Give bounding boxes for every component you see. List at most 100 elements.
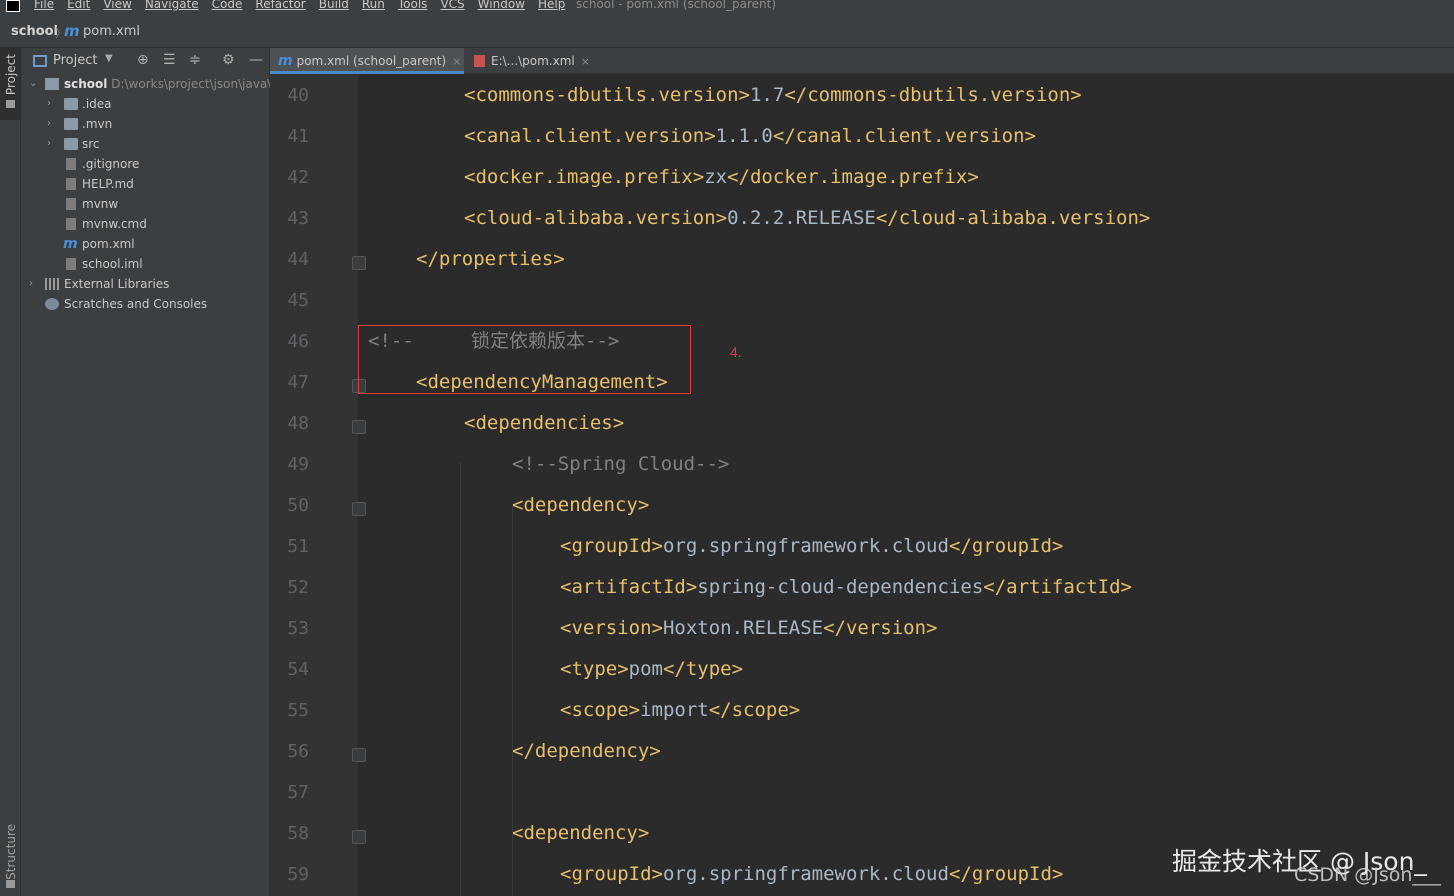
breadcrumb-file[interactable]: pom.xml [83,24,140,39]
menu-run[interactable]: Run [362,0,385,10]
code-line[interactable]: <cloud-alibaba.version>0.2.2.RELEASE</cl… [464,207,1150,229]
tree-item-label: mvnw.cmd [82,217,147,231]
code-line[interactable]: <groupId>org.springframework.cloud</grou… [560,535,1063,557]
line-number: 53 [287,618,309,639]
fold-marker-icon[interactable] [352,256,366,270]
expand-all-icon[interactable]: ☰ [163,52,176,68]
hide-icon[interactable]: — [249,52,263,68]
tree-item-schooliml[interactable]: school.iml [21,254,270,274]
window-title: school - pom.xml (school_parent) [576,0,777,11]
project-view-title[interactable]: Project [53,53,97,68]
close-icon[interactable]: × [452,55,461,68]
menu-refactor[interactable]: Refactor [255,0,305,10]
code-line[interactable]: </properties> [416,248,565,270]
menu-edit[interactable]: Edit [67,0,90,10]
code-line[interactable]: <type>pom</type> [560,658,743,680]
fold-marker-icon[interactable] [352,502,366,516]
tree-item-label: External Libraries [64,277,170,291]
locate-icon[interactable]: ⊕ [137,52,149,68]
menu-file[interactable]: File [34,0,54,10]
structure-tool-label[interactable]: Structure [4,824,18,880]
menu-build[interactable]: Build [319,0,349,10]
line-number: 49 [287,454,309,475]
menu-help[interactable]: Help [538,0,565,10]
menu-vcs[interactable]: VCS [440,0,464,10]
fold-marker-icon[interactable] [352,830,366,844]
folder-icon [64,138,78,150]
project-tool-tab[interactable]: Project [0,48,21,120]
xml-text: zx [704,166,728,188]
tree-item-gitignore[interactable]: .gitignore [21,154,270,174]
line-number: 40 [287,85,309,106]
xml-tag: <commons-dbutils.version> [464,84,750,106]
structure-tool-icon [6,880,15,888]
xml-tag: </version> [823,617,938,639]
gear-icon[interactable]: ⚙ [222,52,235,68]
fold-marker-icon[interactable] [352,748,366,762]
indent-guide [512,505,513,896]
chevron-right-icon[interactable]: › [47,114,51,134]
breadcrumb-project[interactable]: school [11,24,58,39]
collapse-all-icon[interactable]: ≑ [189,52,201,68]
tree-item-mvnw[interactable]: mvnw [21,194,270,214]
code-line[interactable]: <artifactId>spring-cloud-dependencies</a… [560,576,1132,598]
tree-item-mvn[interactable]: › .mvn [21,114,270,134]
chevron-right-icon[interactable]: › [47,94,51,114]
xml-tag: </canal.client.version> [772,125,1036,147]
code-line[interactable]: <docker.image.prefix>zx</docker.image.pr… [464,166,979,188]
menu-view[interactable]: View [103,0,131,10]
xml-text: 0.2.2.RELEASE [727,207,876,229]
watermark-csdn: CSDN @Json___ [1294,864,1441,886]
line-number: 58 [287,823,309,844]
xml-tag: </properties> [416,248,565,270]
project-tool-label[interactable]: Project [4,54,18,95]
code-line[interactable]: <dependency> [512,494,649,516]
code-line[interactable]: <commons-dbutils.version>1.7</commons-db… [464,84,1082,106]
chevron-right-icon[interactable]: › [47,134,51,154]
tab-external-pom[interactable]: E:\...\pom.xml × [466,48,592,74]
line-number: 55 [287,700,309,721]
file-icon [66,158,76,170]
fold-marker-icon[interactable] [352,420,366,434]
menu-code[interactable]: Code [212,0,243,10]
code-line[interactable]: <dependencies> [464,412,624,434]
code-line[interactable]: <dependency> [512,822,649,844]
menu-navigate[interactable]: Navigate [145,0,199,10]
tree-item-idea[interactable]: › .idea [21,94,270,114]
xml-text: org.springframework.cloud [662,535,949,557]
chevron-down-icon[interactable]: ⌄ [29,74,37,94]
tree-item-scratches[interactable]: Scratches and Consoles [21,294,270,314]
tree-item-label: .mvn [82,117,113,131]
tree-item-mvnwcmd[interactable]: mvnw.cmd [21,214,270,234]
root-path: D:\works\project\json\java\ [111,77,270,91]
xml-tag: <docker.image.prefix> [464,166,705,188]
code-line[interactable]: <!--Spring Cloud--> [512,453,729,475]
code-editor[interactable]: 40 41 42 43 44 45 46 47 48 49 50 51 52 53 54 55 56 57 58 59… [270,74,1454,896]
xml-text: spring-cloud-dependencies [697,576,984,598]
tree-item-external-libraries[interactable]: › External Libraries [21,274,270,294]
code-line[interactable]: <canal.client.version>1.1.0</canal.clien… [464,125,1036,147]
menu-window[interactable]: Window [478,0,525,10]
tree-item-src[interactable]: › src [21,134,270,154]
indent-guide [460,462,461,896]
menu-tools[interactable]: Tools [398,0,428,10]
xml-tag: <cloud-alibaba.version> [464,207,728,229]
chevron-right-icon[interactable]: › [29,274,33,294]
xml-tag: </cloud-alibaba.version> [875,207,1151,229]
code-line[interactable]: <version>Hoxton.RELEASE</version> [560,617,938,639]
line-number: 48 [287,413,309,434]
tree-item-helpmd[interactable]: HELP.md [21,174,270,194]
tree-item-label: school.iml [82,257,143,271]
code-line[interactable]: <scope>import</scope> [560,699,800,721]
tree-root-school[interactable]: ⌄ school D:\works\project\json\java\ [21,74,270,94]
xml-tag: </artifactId> [983,576,1132,598]
project-view-icon [33,55,47,67]
code-line[interactable]: </dependency> [512,740,661,762]
code-line[interactable]: <groupId>org.springframework.cloud</grou… [560,863,1063,885]
tab-pom-school-parent[interactable]: m pom.xml (school_parent) × [270,48,464,74]
line-number: 57 [287,782,309,803]
file-icon [66,258,76,270]
tree-item-pomxml[interactable]: m pom.xml [21,234,270,254]
chevron-down-icon[interactable]: ▼ [105,53,113,64]
close-icon[interactable]: × [581,55,590,68]
